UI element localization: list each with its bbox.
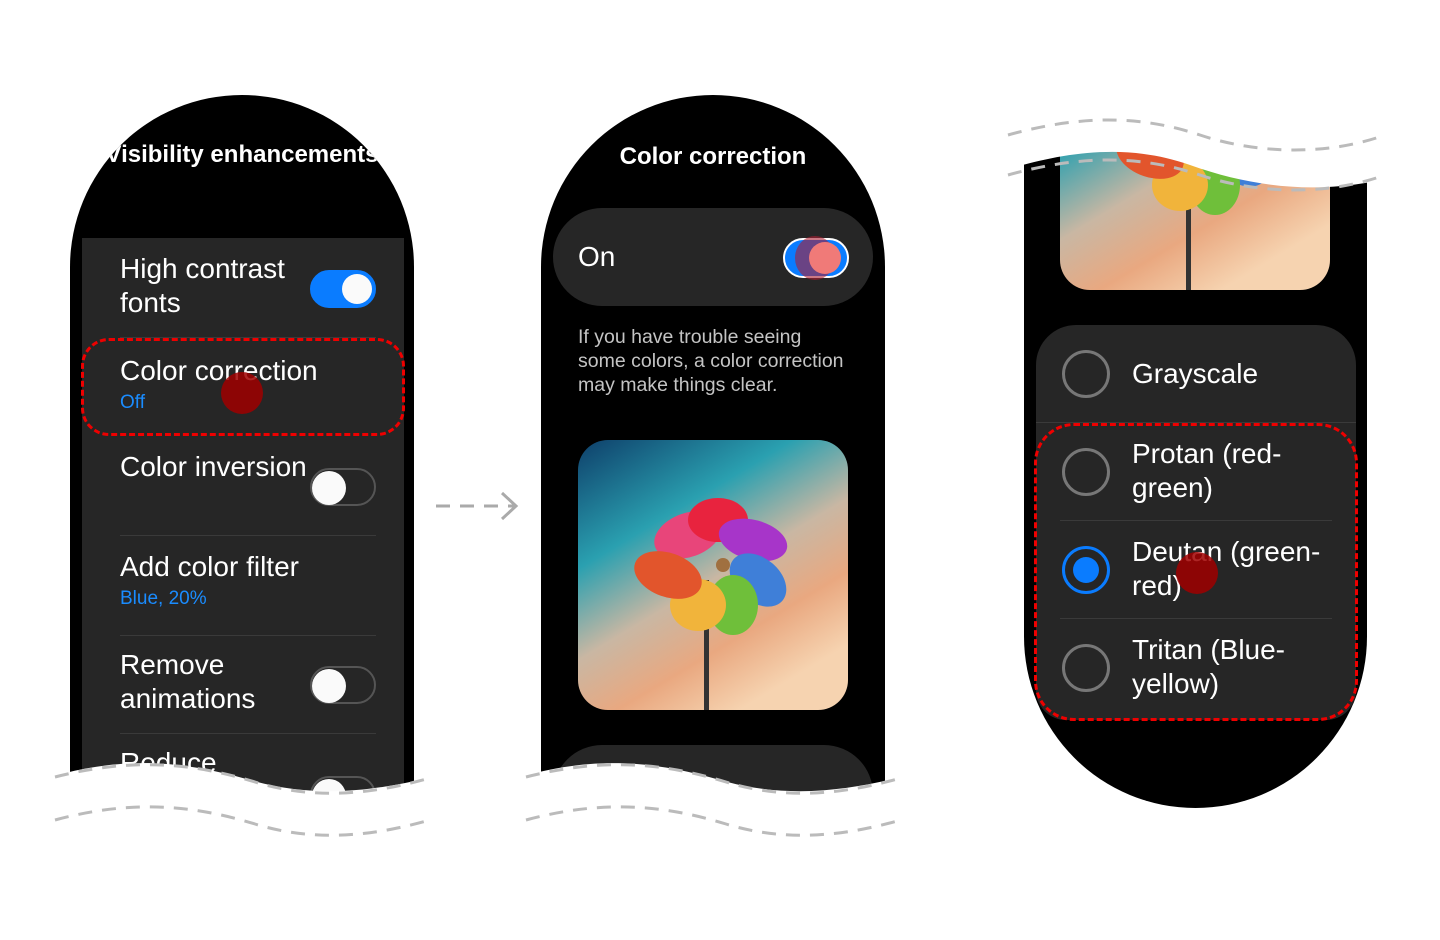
remove-animations-toggle[interactable]: [310, 666, 376, 704]
list-item-color-inversion[interactable]: Color inversion: [120, 450, 376, 536]
page-title: Color correction: [619, 143, 807, 170]
arrow-right-icon: [436, 491, 519, 521]
list-item-remove-animations[interactable]: Remove animations: [120, 648, 376, 734]
page-title: Visibility enhancements: [105, 141, 379, 168]
tap-indicator: [221, 372, 263, 414]
list-item-add-color-filter[interactable]: Add color filter Blue, 20%: [120, 550, 376, 636]
color-correction-switch-row[interactable]: On: [553, 208, 873, 306]
color-inversion-toggle[interactable]: [310, 468, 376, 506]
radio-button[interactable]: [1062, 350, 1110, 398]
color-filter-value: Blue, 20%: [120, 588, 207, 609]
tap-indicator: [1176, 552, 1218, 594]
preview-image: [578, 440, 848, 710]
color-correction-toggle[interactable]: [783, 236, 849, 280]
wave-cut-divider: [990, 100, 1400, 192]
option-grayscale[interactable]: Grayscale: [1036, 325, 1356, 423]
description-text: If you have trouble seeing some colors, …: [578, 326, 844, 396]
list-item-high-contrast-fonts[interactable]: High contrast fonts: [120, 252, 376, 338]
wave-cut-divider: [40, 763, 910, 860]
high-contrast-fonts-toggle[interactable]: [310, 270, 376, 308]
